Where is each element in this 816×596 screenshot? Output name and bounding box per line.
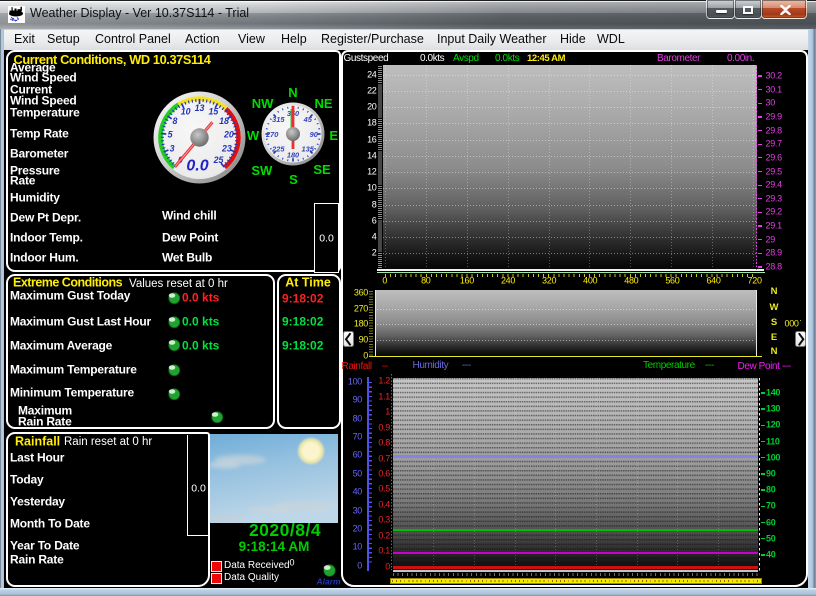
svg-text:10: 10 bbox=[181, 106, 191, 116]
svg-text:25: 25 bbox=[213, 155, 224, 165]
svg-text:135: 135 bbox=[302, 145, 315, 154]
svg-text:23: 23 bbox=[221, 143, 232, 153]
svg-text:3: 3 bbox=[170, 143, 175, 153]
svg-text:45: 45 bbox=[303, 115, 313, 124]
svg-text:8: 8 bbox=[173, 115, 178, 125]
svg-text:15: 15 bbox=[209, 106, 219, 116]
svg-text:20: 20 bbox=[223, 129, 234, 139]
svg-text:18: 18 bbox=[219, 115, 229, 125]
svg-text:180: 180 bbox=[287, 151, 300, 160]
svg-text:5: 5 bbox=[168, 129, 173, 139]
svg-text:90: 90 bbox=[310, 130, 319, 139]
svg-text:13: 13 bbox=[195, 102, 205, 112]
svg-text:270: 270 bbox=[265, 130, 279, 139]
svg-text:315: 315 bbox=[272, 115, 285, 124]
svg-text:225: 225 bbox=[271, 145, 285, 154]
